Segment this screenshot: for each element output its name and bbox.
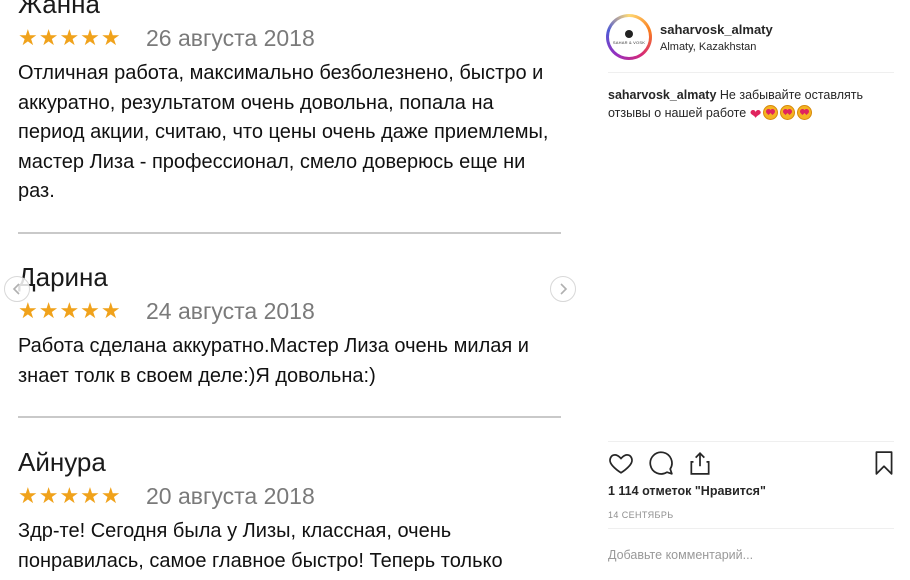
reviewer-name: Жанна xyxy=(18,0,100,19)
comment-divider xyxy=(608,528,894,529)
chevron-right-icon xyxy=(560,283,568,295)
review-meta: ★★★★★ 26 августа 2018 xyxy=(18,23,563,53)
likes-count[interactable]: 1 114 отметок "Нравится" xyxy=(608,484,766,498)
avatar-logo-text: SAHAR & VOSK xyxy=(612,39,646,45)
post-caption: saharvosk_almaty Не забывайте оставлять … xyxy=(608,86,894,123)
carousel-next-button[interactable] xyxy=(550,276,576,302)
review-card: Жанна ★★★★★ 26 августа 2018 Отличная раб… xyxy=(18,0,563,207)
heart-emoji-icon: ❤ xyxy=(749,105,762,122)
post-actions xyxy=(608,450,898,478)
actions-divider xyxy=(608,441,894,442)
header-text: saharvosk_almaty Almaty, Kazakhstan xyxy=(660,22,773,53)
review-card: Айнура ★★★★★ 20 августа 2018 Здр-те! Сег… xyxy=(18,447,563,576)
avatar[interactable]: SAHAR & VOSK xyxy=(606,14,652,60)
review-card: Дарина ★★★★★ 24 августа 2018 Работа сдел… xyxy=(18,262,563,391)
speech-bubble-icon[interactable] xyxy=(648,450,674,476)
review-divider xyxy=(18,416,561,418)
heart-eyes-face-icon xyxy=(780,104,796,120)
caption-username[interactable]: saharvosk_almaty xyxy=(608,88,716,102)
comment-input[interactable] xyxy=(608,546,858,564)
star-rating: ★★★★★ xyxy=(18,298,122,323)
logo-mark xyxy=(625,29,633,38)
review-text: Отличная работа, максимально безболезнен… xyxy=(18,62,549,202)
star-rating: ★★★★★ xyxy=(18,25,122,50)
carousel-prev-button[interactable] xyxy=(4,276,30,302)
chevron-left-icon xyxy=(12,283,20,295)
bookmark-icon[interactable] xyxy=(872,450,896,476)
review-date: 24 августа 2018 xyxy=(146,297,315,324)
avatar-logo: SAHAR & VOSK xyxy=(609,17,649,57)
review-meta: ★★★★★ 20 августа 2018 xyxy=(18,481,563,511)
post-date: 14 СЕНТЯБРЬ xyxy=(608,510,674,520)
username-link[interactable]: saharvosk_almaty xyxy=(660,22,773,37)
location-link[interactable]: Almaty, Kazakhstan xyxy=(660,41,773,53)
post-sidebar: SAHAR & VOSK saharvosk_almaty Almaty, Ka… xyxy=(580,0,910,580)
review-text: Работа сделана аккуратно.Мастер Лиза оче… xyxy=(18,335,529,387)
share-upload-icon[interactable] xyxy=(687,450,713,476)
review-divider xyxy=(18,232,561,234)
header-divider xyxy=(608,72,894,73)
post-image-carousel: Жанна ★★★★★ 26 августа 2018 Отличная раб… xyxy=(0,0,580,580)
star-rating: ★★★★★ xyxy=(18,483,122,508)
heart-eyes-face-icon xyxy=(797,104,813,120)
heart-eyes-face-icon xyxy=(763,104,779,120)
reviewer-name: Айнура xyxy=(18,447,106,477)
review-date: 26 августа 2018 xyxy=(146,24,315,51)
reviewer-name: Дарина xyxy=(18,262,108,292)
heart-outline-icon[interactable] xyxy=(608,450,634,476)
post-header: SAHAR & VOSK saharvosk_almaty Almaty, Ka… xyxy=(606,14,773,60)
review-text: Здр-те! Сегодня была у Лизы, классная, о… xyxy=(18,520,503,572)
review-meta: ★★★★★ 24 августа 2018 xyxy=(18,296,563,326)
caption-emojis: ❤ xyxy=(749,104,813,123)
review-date: 20 августа 2018 xyxy=(146,482,315,509)
